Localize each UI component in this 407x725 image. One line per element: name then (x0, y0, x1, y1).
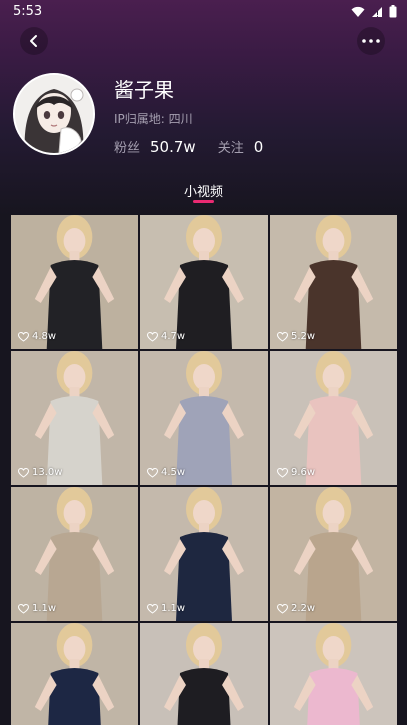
more-dots-icon (362, 39, 380, 43)
video-likes-count: 9.6w (291, 467, 316, 478)
heart-icon (18, 603, 29, 614)
video-person-image (270, 351, 397, 485)
fans-label: 粉丝 (114, 141, 141, 156)
signal-icon (372, 6, 382, 17)
more-button[interactable] (357, 27, 385, 55)
video-thumbnail[interactable] (270, 623, 397, 725)
video-likes-count: 13.0w (32, 467, 63, 478)
video-thumbnail[interactable]: 4.8w (11, 215, 138, 349)
status-bar: 5:53 (0, 0, 407, 26)
video-person-image (140, 351, 268, 485)
video-thumbnail[interactable]: 2.2w (270, 487, 397, 621)
video-likes-count: 4.8w (32, 331, 57, 342)
video-likes: 4.8w (18, 331, 56, 342)
video-likes-count: 4.5w (161, 467, 186, 478)
video-person-image (140, 623, 268, 725)
active-tab-indicator (193, 200, 214, 203)
video-likes: 4.5w (147, 467, 185, 478)
video-likes-count: 4.7w (161, 331, 186, 342)
video-thumbnail[interactable]: 4.7w (140, 215, 268, 349)
video-person-image (140, 215, 268, 349)
video-likes: 13.0w (18, 467, 62, 478)
video-thumbnail[interactable]: 13.0w (11, 351, 138, 485)
video-likes: 2.2w (277, 603, 315, 614)
wifi-icon (351, 6, 365, 17)
video-thumbnail[interactable]: 9.6w (270, 351, 397, 485)
following-label: 关注 (217, 141, 244, 156)
avatar[interactable] (13, 73, 95, 155)
video-likes: 5.2w (277, 331, 315, 342)
video-person-image (270, 487, 397, 621)
video-person-image (270, 215, 397, 349)
tab-short-videos[interactable]: 小视频 (0, 181, 407, 200)
video-person-image (11, 351, 138, 485)
video-person-image (140, 487, 268, 621)
video-thumbnail[interactable]: 5.2w (270, 215, 397, 349)
heart-icon (277, 603, 288, 614)
video-likes-count: 1.1w (161, 603, 186, 614)
video-likes: 1.1w (18, 603, 56, 614)
fans-count[interactable]: 50.7w (150, 138, 196, 156)
video-thumbnail[interactable]: 1.1w (140, 487, 268, 621)
video-thumbnail[interactable]: 4.5w (140, 351, 268, 485)
video-person-image (11, 623, 138, 725)
video-thumbnail[interactable] (11, 623, 138, 725)
video-likes-count: 2.2w (291, 603, 316, 614)
heart-icon (18, 467, 29, 478)
video-likes: 1.1w (147, 603, 185, 614)
heart-icon (147, 331, 158, 342)
video-likes: 9.6w (277, 467, 315, 478)
battery-icon (389, 5, 397, 18)
profile-nickname: 酱子果 (114, 78, 174, 102)
heart-icon (277, 467, 288, 478)
status-icons (351, 5, 397, 18)
video-grid: 4.8w 4.7w 5.2w 13.0w 4.5w 9.6w 1.1w 1.1w 2.2w (11, 215, 397, 725)
heart-icon (147, 603, 158, 614)
video-thumbnail[interactable]: 1.1w (11, 487, 138, 621)
video-likes: 4.7w (147, 331, 185, 342)
avatar-anime-girl-image (15, 75, 93, 153)
status-time: 5:53 (13, 4, 43, 19)
heart-icon (18, 331, 29, 342)
video-thumbnail[interactable] (140, 623, 268, 725)
heart-icon (277, 331, 288, 342)
following-count[interactable]: 0 (254, 138, 264, 156)
video-likes-count: 5.2w (291, 331, 316, 342)
video-person-image (270, 623, 397, 725)
chevron-left-icon (30, 35, 37, 47)
profile-stats: 粉丝 50.7w 关注 0 (114, 137, 285, 156)
video-person-image (11, 215, 138, 349)
video-likes-count: 1.1w (32, 603, 57, 614)
ip-location: IP归属地: 四川 (114, 112, 193, 126)
back-button[interactable] (20, 27, 48, 55)
video-person-image (11, 487, 138, 621)
heart-icon (147, 467, 158, 478)
